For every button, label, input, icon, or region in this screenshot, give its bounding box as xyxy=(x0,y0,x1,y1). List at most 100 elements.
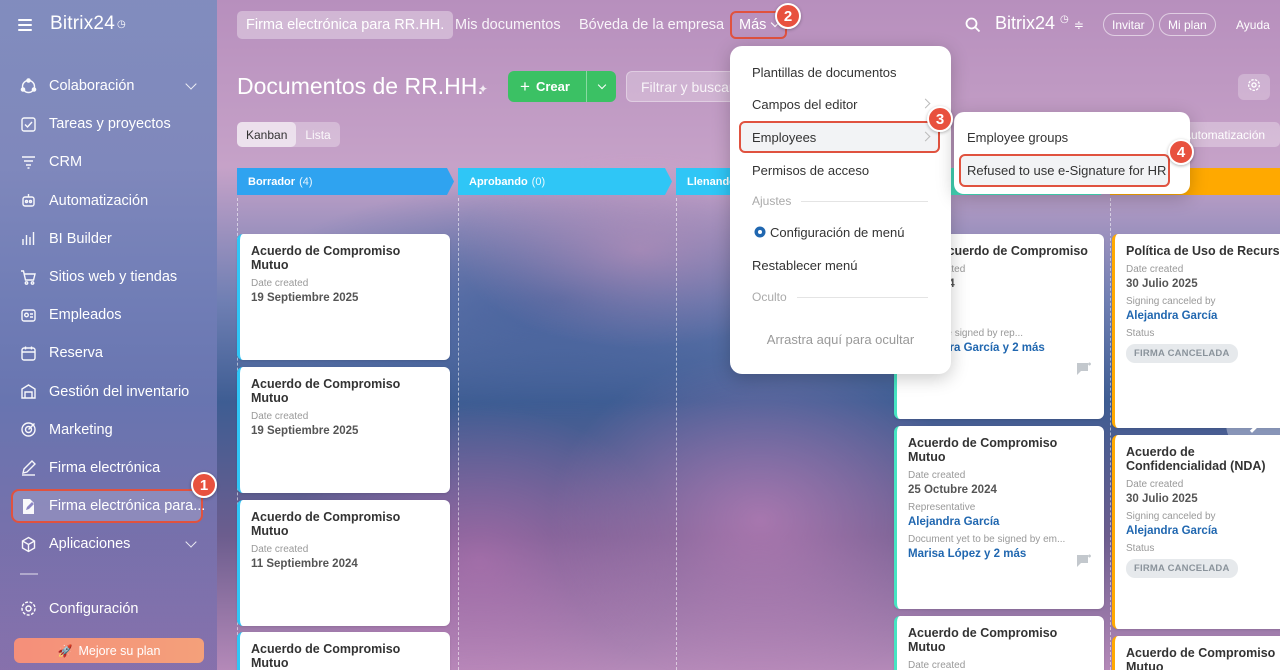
view-kanban[interactable]: Kanban xyxy=(237,122,297,147)
chevron-down-icon xyxy=(597,80,606,90)
step-badge-2: 2 xyxy=(775,3,801,29)
sidebar-item-empleados[interactable]: Empleados xyxy=(0,296,217,334)
card-label: Document yet to be signed by em... xyxy=(908,534,1066,545)
column-divider xyxy=(1110,198,1111,670)
collaboration-icon xyxy=(20,77,37,95)
column-header-aprobando[interactable]: Aprobando (0) xyxy=(458,168,672,195)
invite-button[interactable]: Invitar xyxy=(1103,13,1154,36)
kanban-card[interactable]: Acuerdo de Confidencialidad (NDA) Date c… xyxy=(1112,435,1280,629)
submenu-item-employee-groups[interactable]: Employee groups xyxy=(954,123,1190,151)
bi-builder-icon xyxy=(20,230,37,247)
card-title: Acuerdo de Compromiso Mutuo xyxy=(908,626,1058,654)
sidebar-item-colaboracion[interactable]: Colaboración xyxy=(0,67,217,105)
sidebar-item-label: CRM xyxy=(49,154,83,171)
tab-mas-label: Más xyxy=(739,17,767,33)
card-label: Status xyxy=(1126,328,1155,339)
apps-icon xyxy=(20,536,37,553)
menu-item-label: Employees xyxy=(752,129,817,145)
section-label: Oculto xyxy=(752,290,787,304)
sidebar-item-reserva[interactable]: Reserva xyxy=(0,334,217,372)
column-title: Llenando xyxy=(687,175,736,188)
page-title: Documentos de RR.HH. xyxy=(237,73,484,99)
kanban-card[interactable]: Acuerdo de Compromiso Mutuo xyxy=(1112,636,1280,670)
pin-icon[interactable]: ✦ xyxy=(478,82,488,96)
card-title: Acuerdo de Compromiso Mutuo xyxy=(251,510,401,538)
chevron-down-icon[interactable] xyxy=(185,536,197,548)
menu-section-oculto: Oculto xyxy=(752,290,928,304)
card-person[interactable]: Alejandra García xyxy=(1126,310,1280,322)
submenu-item-refused-esignature[interactable]: Refused to use e-Signature for HR xyxy=(954,154,1190,187)
sidebar-item-sitios[interactable]: Sitios web y tiendas xyxy=(0,258,217,296)
create-dropdown[interactable] xyxy=(586,71,616,102)
step-badge-1: 1 xyxy=(191,472,217,498)
my-plan-button[interactable]: Mi plan xyxy=(1159,13,1216,36)
kanban-card[interactable]: Acuerdo de Compromiso Mutuo Date created… xyxy=(237,234,450,360)
automation-icon xyxy=(20,192,37,209)
scroll-fade xyxy=(20,573,38,575)
sidebar-item-firma[interactable]: Firma electrónica xyxy=(0,449,217,487)
card-signers[interactable]: Marisa López y 2 más xyxy=(908,548,1092,560)
chevron-down-icon[interactable] xyxy=(185,78,197,90)
menu-item-config-menu[interactable]: Configuración de menú xyxy=(730,218,951,246)
step-badge-4: 4 xyxy=(1168,139,1194,165)
card-person[interactable]: Alejandra García xyxy=(1126,525,1280,537)
kanban-card[interactable]: Acuerdo de Compromiso Mutuo Date created… xyxy=(237,367,450,493)
kanban-card[interactable]: Acuerdo de Compromiso Mutuo Date created… xyxy=(894,426,1104,609)
config-label: Configuración xyxy=(49,600,139,617)
chevron-right-icon xyxy=(920,98,931,109)
kanban-card[interactable]: Acuerdo de Compromiso Mutuo Date created… xyxy=(237,500,450,626)
create-main[interactable]: + Crear xyxy=(508,77,586,97)
create-button[interactable]: + Crear xyxy=(508,71,616,102)
settings-button[interactable] xyxy=(1238,74,1270,100)
card-label: Date created xyxy=(251,544,309,555)
top-bar: Firma electrónica para RR.HH. Mis docume… xyxy=(217,0,1280,50)
column-divider xyxy=(676,198,677,670)
sidebar-item-aplicaciones[interactable]: Aplicaciones xyxy=(0,525,217,563)
card-label: Signing canceled by xyxy=(1126,296,1216,307)
card-label: Date created xyxy=(251,278,309,289)
card-person[interactable]: Alejandra García xyxy=(908,516,1092,528)
kanban-card[interactable]: Acuerdo de Compromiso Mutuo Date created xyxy=(894,616,1104,670)
column-header-borrador[interactable]: Borrador (4) xyxy=(237,168,454,195)
chevron-right-icon xyxy=(1242,413,1262,433)
sidebar-item-bi-builder[interactable]: BI Builder xyxy=(0,220,217,258)
card-date: 19 Septiembre 2025 xyxy=(251,292,359,304)
sidebar-item-label: Firma electrónica para... xyxy=(49,498,206,515)
sidebar-item-tareas[interactable]: Tareas y proyectos xyxy=(0,105,217,143)
sidebar-item-automatizacion[interactable]: Automatización xyxy=(0,182,217,220)
sidebar-item-inventario[interactable]: Gestión del inventario xyxy=(0,373,217,411)
upgrade-label: Mejore su plan xyxy=(78,643,161,658)
crm-icon xyxy=(20,154,37,171)
menu-item-permisos[interactable]: Permisos de acceso xyxy=(730,156,951,184)
upgrade-plan-button[interactable]: 🚀 Mejore su plan xyxy=(14,638,204,663)
create-label: Crear xyxy=(535,79,570,94)
sidebar-item-marketing[interactable]: Marketing xyxy=(0,411,217,449)
tab-boveda[interactable]: Bóveda de la empresa xyxy=(579,11,724,39)
employees-submenu: Employee groups Refused to use e-Signatu… xyxy=(954,112,1190,194)
filter-search-input[interactable]: Filtrar y buscar xyxy=(626,71,746,102)
sidebar-item-label: Gestión del inventario xyxy=(49,383,190,400)
comment-icon[interactable] xyxy=(1076,554,1092,573)
settings-toggle-icon[interactable]: ≑ xyxy=(1074,18,1084,32)
sidebar-item-crm[interactable]: CRM xyxy=(0,143,217,181)
sidebar-item-configuracion[interactable]: Configuración xyxy=(20,600,138,617)
tab-firma-rrhh[interactable]: Firma electrónica para RR.HH. xyxy=(237,11,454,39)
sidebar-item-firma-rrhh[interactable]: Firma electrónica para... xyxy=(0,487,217,525)
search-icon[interactable] xyxy=(965,17,981,38)
comment-icon[interactable] xyxy=(1076,362,1092,381)
kanban-card[interactable]: Acuerdo de Compromiso Mutuo xyxy=(237,632,450,670)
card-title-visible: Acuerdo de Compromiso xyxy=(938,244,1088,258)
menu-item-plantillas[interactable]: Plantillas de documentos xyxy=(730,58,951,86)
menu-item-restablecer[interactable]: Restablecer menú xyxy=(730,251,951,279)
menu-toggle-icon[interactable] xyxy=(18,18,32,31)
view-list[interactable]: Lista xyxy=(296,122,339,147)
card-label: Date created xyxy=(1126,479,1184,490)
gear-icon xyxy=(754,226,766,238)
menu-item-campos[interactable]: Campos del editor xyxy=(730,90,951,118)
help-button[interactable]: Ayuda xyxy=(1228,13,1278,36)
rocket-icon: 🚀 xyxy=(57,643,73,658)
menu-item-employees[interactable]: Employees xyxy=(730,121,951,153)
tasks-icon xyxy=(20,116,37,133)
tab-mis-documentos[interactable]: Mis documentos xyxy=(455,11,561,39)
view-switcher: Kanban Lista xyxy=(237,122,340,147)
